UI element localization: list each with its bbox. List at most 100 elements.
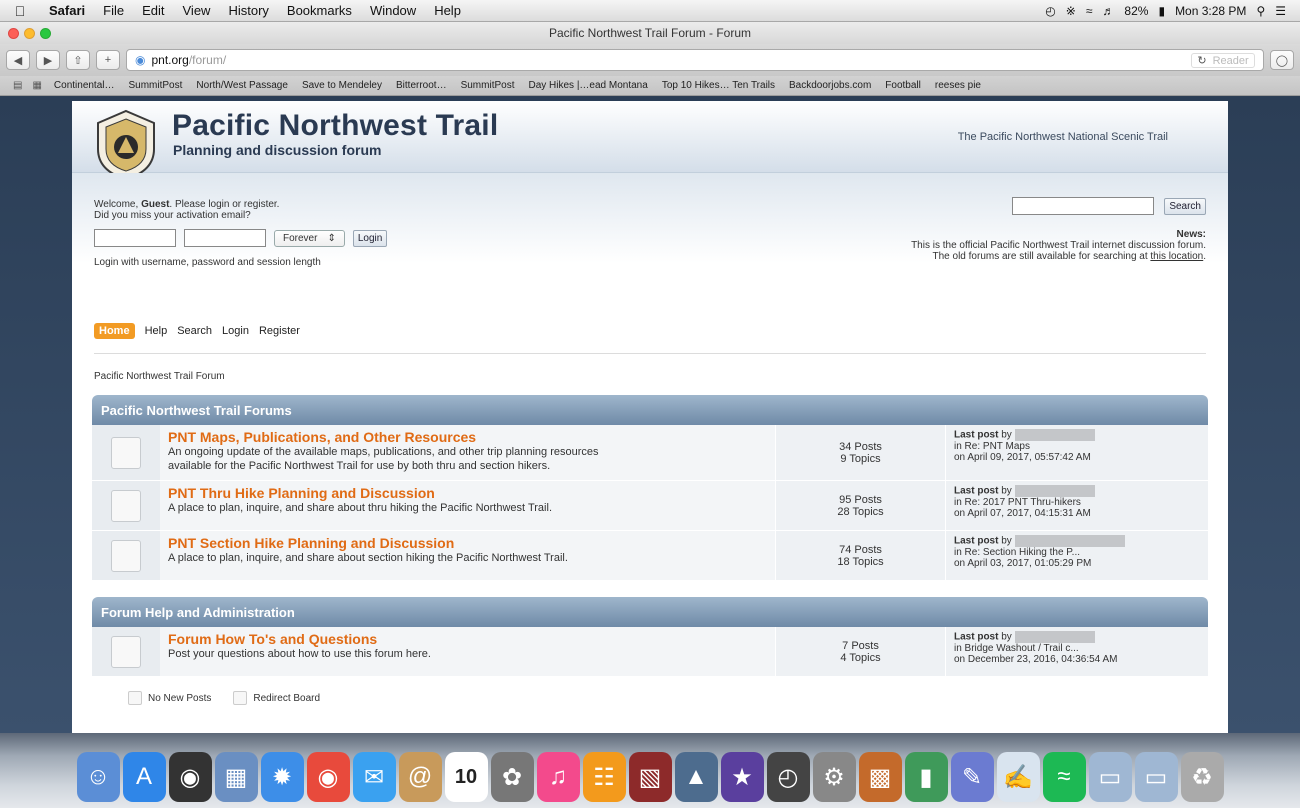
new-tab-button[interactable]: + bbox=[96, 50, 120, 70]
board-status-cell bbox=[92, 531, 160, 580]
menu-bookmarks[interactable]: Bookmarks bbox=[278, 3, 361, 18]
last-post-topic-link[interactable]: in Bridge Washout / Trail c... bbox=[954, 643, 1200, 654]
board-title-link[interactable]: PNT Thru Hike Planning and Discussion bbox=[168, 485, 767, 501]
bookmark-item[interactable]: SummitPost bbox=[122, 80, 190, 91]
close-window-button[interactable] bbox=[8, 27, 19, 39]
top-sites-icon[interactable]: ▦ bbox=[27, 80, 46, 91]
welcome-prefix: Welcome, bbox=[94, 199, 142, 210]
session-length-select[interactable]: Forever ⇕ bbox=[274, 229, 345, 247]
minimize-window-button[interactable] bbox=[24, 27, 35, 39]
search-input[interactable] bbox=[1012, 197, 1155, 215]
contacts-icon[interactable]: @ bbox=[398, 752, 442, 802]
finder-icon[interactable]: ☺ bbox=[76, 752, 120, 802]
board-title-link[interactable]: Forum How To's and Questions bbox=[168, 631, 767, 647]
ibooks-icon[interactable]: ☷ bbox=[582, 752, 626, 802]
documents-folder-icon[interactable]: ▭ bbox=[1134, 752, 1178, 802]
bookmark-item[interactable]: SummitPost bbox=[454, 80, 522, 91]
photos-icon[interactable]: ✿ bbox=[490, 752, 534, 802]
app-store-icon[interactable]: A bbox=[122, 752, 166, 802]
username-input[interactable] bbox=[94, 229, 176, 247]
bookmark-item[interactable]: North/West Passage bbox=[189, 80, 295, 91]
time-machine-icon[interactable]: ◴ bbox=[1045, 4, 1055, 18]
last-post-topic-link[interactable]: in Re: 2017 PNT Thru-hikers bbox=[954, 497, 1200, 508]
zoom-window-button[interactable] bbox=[40, 27, 51, 39]
itunes-icon[interactable]: ♫ bbox=[536, 752, 580, 802]
trash-icon[interactable]: ♻ bbox=[1180, 752, 1224, 802]
image-capture-icon[interactable]: ▲ bbox=[674, 752, 718, 802]
bookmark-item[interactable]: reeses pie bbox=[928, 80, 988, 91]
nav-home[interactable]: Home bbox=[94, 323, 135, 339]
search-button[interactable]: Search bbox=[1164, 197, 1206, 215]
keynote-icon[interactable]: ▩ bbox=[858, 752, 902, 802]
apple-menu-icon[interactable]:  bbox=[0, 3, 40, 19]
category-header[interactable]: Forum Help and Administration bbox=[92, 597, 1208, 627]
reader-label: Reader bbox=[1212, 54, 1249, 67]
back-button[interactable]: ◀ bbox=[6, 50, 30, 70]
menu-edit[interactable]: Edit bbox=[133, 3, 173, 18]
system-preferences-icon[interactable]: ⚙ bbox=[812, 752, 856, 802]
category-header[interactable]: Pacific Northwest Trail Forums bbox=[92, 395, 1208, 425]
bookmark-item[interactable]: Football bbox=[878, 80, 928, 91]
bookmark-item[interactable]: Continental… bbox=[47, 80, 122, 91]
imovie-icon[interactable]: ★ bbox=[720, 752, 764, 802]
search-form: Search bbox=[1012, 197, 1206, 215]
applications-folder-icon[interactable]: ▭ bbox=[1088, 752, 1132, 802]
menu-history[interactable]: History bbox=[219, 3, 277, 18]
reading-list-icon[interactable]: ▤ bbox=[8, 80, 27, 91]
board-title-link[interactable]: PNT Maps, Publications, and Other Resour… bbox=[168, 429, 767, 445]
wifi-icon[interactable]: ≈ bbox=[1086, 4, 1093, 18]
forward-button[interactable]: ▶ bbox=[36, 50, 60, 70]
nav-login[interactable]: Login bbox=[222, 325, 249, 337]
site-slogan: The Pacific Northwest National Scenic Tr… bbox=[957, 131, 1168, 143]
time-machine-dock-icon[interactable]: ◴ bbox=[766, 752, 810, 802]
dashboard-icon[interactable]: ◉ bbox=[168, 752, 212, 802]
books-icon[interactable]: ▧ bbox=[628, 752, 672, 802]
clock[interactable]: Mon 3:28 PM bbox=[1175, 4, 1246, 18]
menu-window[interactable]: Window bbox=[361, 3, 425, 18]
bookmark-item[interactable]: Bitterroot… bbox=[389, 80, 454, 91]
reader-button[interactable]: ↻ Reader bbox=[1191, 52, 1255, 68]
guest-name: Guest bbox=[141, 199, 170, 210]
board-title-link[interactable]: PNT Section Hike Planning and Discussion bbox=[168, 535, 767, 551]
bookmark-item[interactable]: Top 10 Hikes… Ten Trails bbox=[655, 80, 782, 91]
nav-search[interactable]: Search bbox=[177, 325, 212, 337]
welcome-suffix[interactable]: . Please login or register. bbox=[169, 199, 279, 210]
extensions-button[interactable]: ◯ bbox=[1269, 50, 1294, 70]
address-bar[interactable]: ◉ pnt.org/forum/ ↻ Reader bbox=[126, 49, 1264, 71]
messages-icon[interactable]: ✉ bbox=[352, 752, 396, 802]
login-button[interactable]: Login bbox=[352, 229, 388, 247]
battery-icon[interactable]: ▮ bbox=[1158, 4, 1165, 18]
safari-icon[interactable]: ✹ bbox=[260, 752, 304, 802]
notification-center-icon[interactable]: ☰ bbox=[1275, 4, 1286, 18]
share-button[interactable]: ⇧ bbox=[66, 50, 90, 70]
script-editor-icon[interactable]: ✎ bbox=[950, 752, 994, 802]
nav-register[interactable]: Register bbox=[259, 325, 300, 337]
breadcrumb[interactable]: Pacific Northwest Trail Forum bbox=[94, 371, 225, 382]
last-post-topic-link[interactable]: in Re: Section Hiking the P... bbox=[954, 547, 1200, 558]
old-forums-link[interactable]: this location bbox=[1150, 251, 1203, 262]
bookmark-item[interactable]: Backdoorjobs.com bbox=[782, 80, 878, 91]
menu-app-safari[interactable]: Safari bbox=[40, 3, 94, 18]
bluetooth-icon[interactable]: ※ bbox=[1066, 4, 1076, 18]
spotify-icon[interactable]: ≈ bbox=[1042, 752, 1086, 802]
spotlight-icon[interactable]: ⚲ bbox=[1256, 4, 1265, 18]
preview-icon[interactable]: ▦ bbox=[214, 752, 258, 802]
numbers-icon[interactable]: ▮ bbox=[904, 752, 948, 802]
menu-help[interactable]: Help bbox=[425, 3, 470, 18]
calendar-icon[interactable]: 10 bbox=[444, 752, 488, 802]
last-post-topic-link[interactable]: in Re: PNT Maps bbox=[954, 441, 1200, 452]
volume-icon[interactable]: ♬ bbox=[1102, 4, 1114, 18]
menu-view[interactable]: View bbox=[174, 3, 220, 18]
nav-help[interactable]: Help bbox=[145, 325, 168, 337]
bookmark-item[interactable]: Save to Mendeley bbox=[295, 80, 389, 91]
menu-file[interactable]: File bbox=[94, 3, 133, 18]
chrome-icon[interactable]: ◉ bbox=[306, 752, 350, 802]
reload-icon[interactable]: ↻ bbox=[1197, 55, 1206, 67]
board-info: PNT Maps, Publications, and Other Resour… bbox=[160, 425, 776, 480]
bookmark-item[interactable]: Day Hikes |…ead Montana bbox=[521, 80, 654, 91]
password-input[interactable] bbox=[184, 229, 266, 247]
pnt-logo[interactable] bbox=[94, 109, 158, 181]
textedit-icon[interactable]: ✍ bbox=[996, 752, 1040, 802]
board-info: PNT Section Hike Planning and Discussion… bbox=[160, 531, 776, 580]
battery-percent[interactable]: 82% bbox=[1124, 4, 1148, 18]
